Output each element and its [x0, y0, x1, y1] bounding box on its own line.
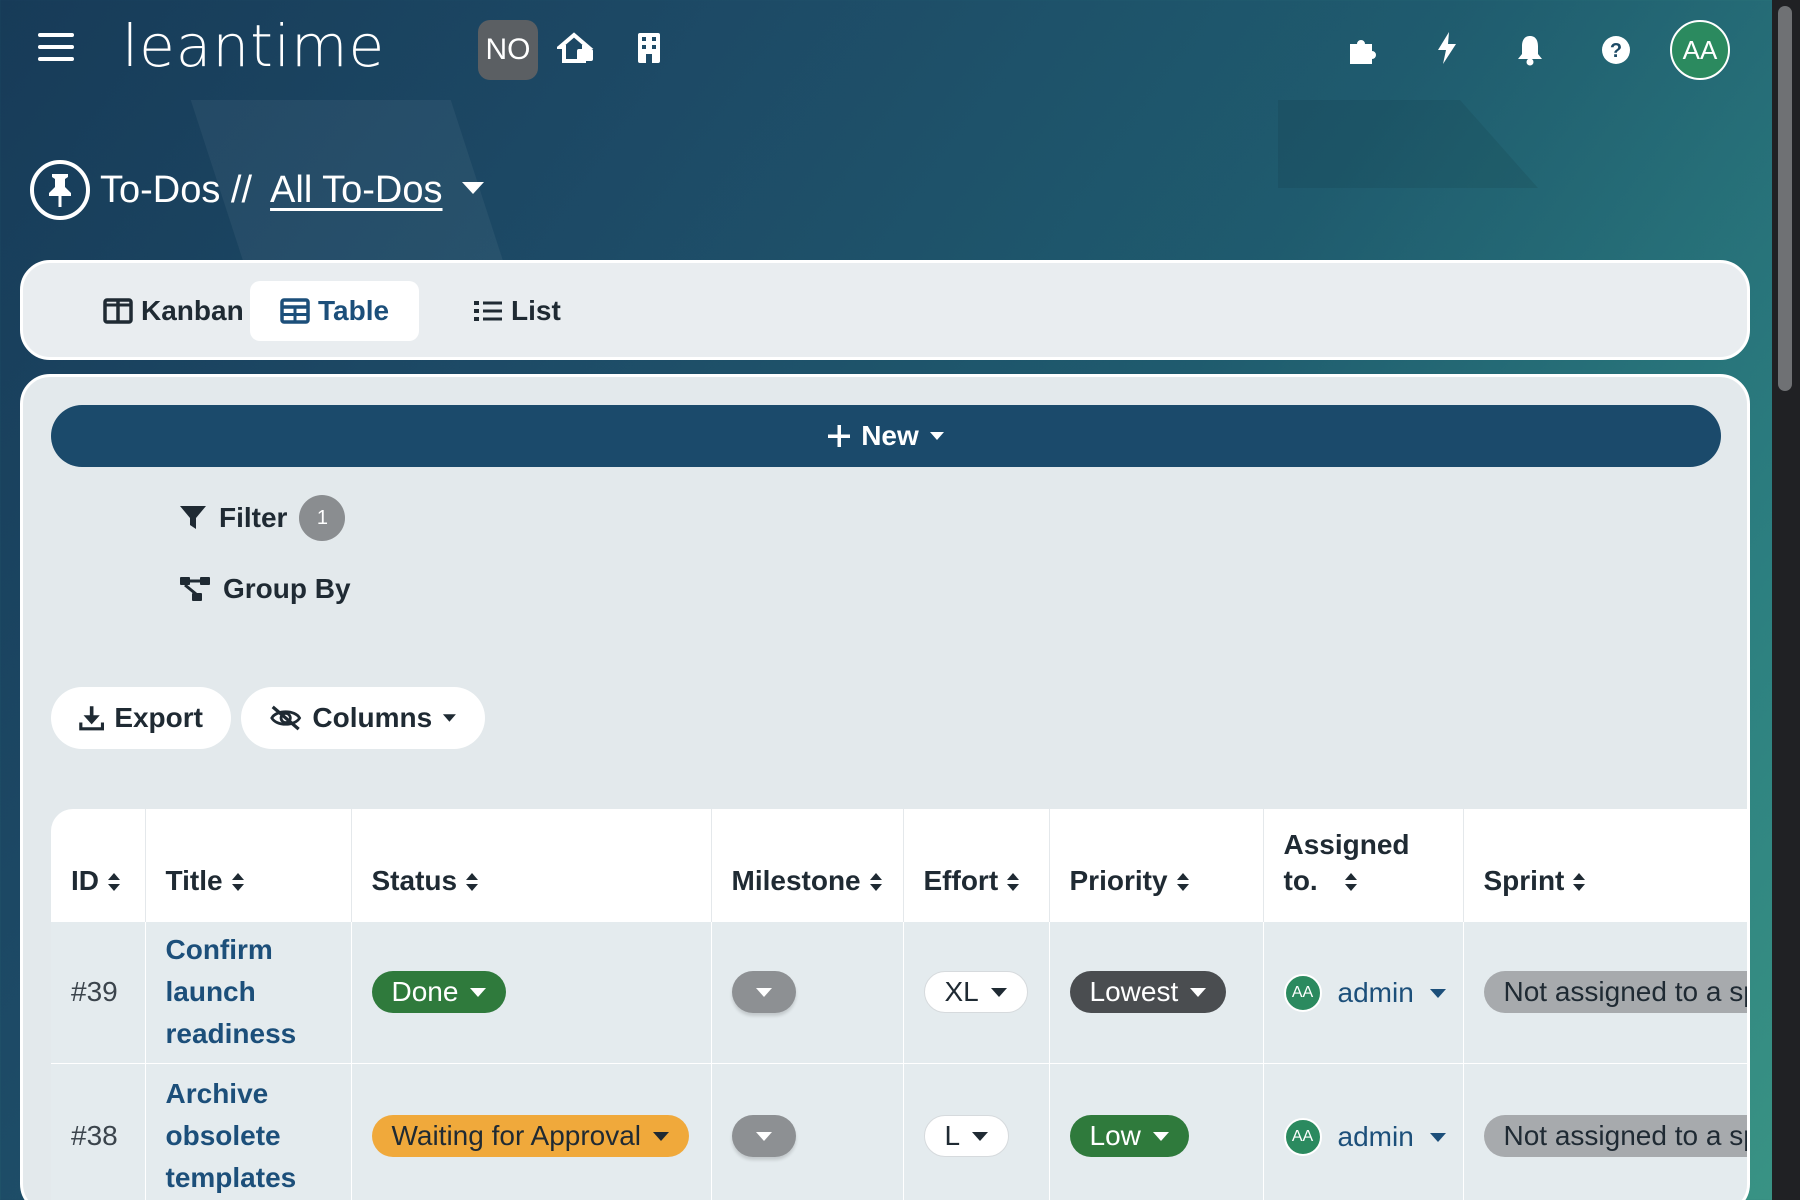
tab-label: List: [511, 295, 561, 326]
group-by-button[interactable]: Group By: [179, 573, 351, 605]
status-dropdown[interactable]: Waiting for Approval: [371, 1115, 690, 1158]
chevron-down-icon: [755, 1131, 772, 1141]
column-header-priority[interactable]: Priority: [1049, 809, 1264, 921]
task-title-link[interactable]: Archive obsolete templates: [166, 1073, 351, 1199]
tab-label: Table: [318, 295, 390, 326]
bolt-icon[interactable]: [1432, 28, 1462, 68]
column-header-effort[interactable]: Effort: [903, 809, 1050, 921]
priority-dropdown[interactable]: Low: [1069, 1115, 1189, 1158]
pin-icon: [30, 160, 90, 220]
chevron-down-icon: [470, 987, 487, 997]
avatar: AA: [1283, 974, 1322, 1012]
tab-label: Kanban: [141, 295, 244, 326]
chevron-down-icon: [972, 1131, 989, 1141]
sort-icon: [1176, 873, 1189, 892]
sprint-dropdown[interactable]: Not assigned to a sp: [1483, 1115, 1747, 1158]
table-row: #39 Confirm launch readiness Done XL Low…: [51, 920, 1747, 1063]
user-avatar[interactable]: AA: [1670, 20, 1730, 80]
app-logo[interactable]: leantime: [122, 12, 385, 80]
group-icon: [180, 577, 210, 601]
column-header-milestone[interactable]: Milestone: [711, 809, 904, 921]
svg-text:?: ?: [1610, 40, 1622, 62]
puzzle-icon[interactable]: [1344, 30, 1380, 70]
chevron-down-icon: [1429, 988, 1446, 998]
filter-label: Filter: [219, 502, 288, 533]
assignee-dropdown[interactable]: AA admin: [1283, 974, 1446, 1012]
column-header-assigned[interactable]: Assigned to.: [1263, 809, 1464, 921]
column-header-sprint[interactable]: Sprint: [1463, 809, 1747, 921]
chevron-down-icon: [1152, 1131, 1169, 1141]
view-selector[interactable]: All To-Dos: [270, 169, 442, 212]
sort-icon: [466, 873, 479, 892]
avatar: AA: [1283, 1118, 1322, 1157]
page-header: To-Dos // All To-Dos: [30, 158, 485, 222]
chevron-down-icon: [755, 987, 772, 997]
sprint-dropdown[interactable]: Not assigned to a sp: [1483, 971, 1747, 1013]
table-row: #38 Archive obsolete templates Waiting f…: [51, 1062, 1747, 1200]
help-icon[interactable]: ?: [1598, 30, 1634, 70]
cell-id: #39: [51, 920, 146, 1063]
scrollbar-thumb[interactable]: [1778, 6, 1792, 391]
effort-dropdown[interactable]: XL: [923, 971, 1028, 1013]
chevron-down-icon: [1429, 1132, 1446, 1142]
task-title-link[interactable]: Confirm launch readiness: [166, 929, 351, 1055]
column-header-title[interactable]: Title: [145, 809, 352, 921]
sort-icon: [1344, 873, 1357, 892]
tab-list[interactable]: List: [443, 281, 591, 341]
new-button-label: New: [861, 420, 919, 451]
filter-button[interactable]: Filter 1: [179, 495, 346, 541]
columns-button[interactable]: Columns: [241, 687, 485, 749]
table-icon: [280, 298, 310, 324]
download-icon: [79, 706, 105, 731]
eye-slash-icon: [270, 705, 302, 731]
bell-icon[interactable]: [1514, 30, 1546, 70]
chevron-down-icon: [443, 714, 457, 722]
home-switch-icon[interactable]: [556, 28, 596, 68]
column-header-id[interactable]: ID: [51, 809, 146, 921]
column-header-status[interactable]: Status: [351, 809, 712, 921]
effort-dropdown[interactable]: L: [923, 1115, 1010, 1158]
milestone-dropdown[interactable]: [731, 971, 796, 1013]
tab-table[interactable]: Table: [250, 281, 420, 341]
background-shape: [1278, 100, 1538, 188]
sort-icon: [231, 873, 244, 892]
filter-icon: [180, 506, 206, 529]
columns-label: Columns: [312, 702, 433, 733]
top-bar: leantime NO ? AA: [0, 0, 1772, 100]
chevron-down-icon: [1190, 987, 1207, 997]
kanban-icon: [103, 298, 133, 324]
section-title: To-Dos //: [100, 168, 253, 211]
export-label: Export: [114, 702, 203, 733]
list-icon: [474, 301, 502, 321]
assignee-dropdown[interactable]: AA admin: [1283, 1118, 1446, 1157]
sort-icon: [869, 873, 882, 892]
chevron-down-icon: [990, 987, 1007, 997]
tab-kanban[interactable]: Kanban: [73, 281, 274, 341]
milestone-dropdown[interactable]: [731, 1115, 796, 1158]
status-dropdown[interactable]: Done: [371, 971, 507, 1013]
plus-icon: [828, 425, 851, 447]
menu-icon[interactable]: [38, 33, 74, 65]
chevron-down-icon[interactable]: [461, 180, 485, 201]
building-icon[interactable]: [636, 28, 662, 68]
export-button[interactable]: Export: [51, 687, 231, 749]
sort-icon: [1573, 873, 1586, 892]
view-tabs: Kanban Table List: [20, 260, 1750, 360]
todo-table: ID Title Status Milestone Effort Priorit…: [51, 809, 1747, 1200]
sort-icon: [1007, 873, 1020, 892]
priority-dropdown[interactable]: Lowest: [1069, 971, 1227, 1013]
main-panel: New Filter 1 Group By Export Columns ID …: [20, 374, 1750, 1200]
chevron-down-icon: [929, 432, 944, 440]
new-button[interactable]: New: [51, 405, 1721, 467]
sort-icon: [108, 873, 120, 892]
chevron-down-icon: [653, 1131, 670, 1141]
table-header-row: ID Title Status Milestone Effort Priorit…: [51, 809, 1747, 921]
project-badge[interactable]: NO: [478, 20, 538, 80]
cell-id: #38: [51, 1062, 146, 1200]
filter-count-badge: 1: [299, 495, 346, 541]
group-by-label: Group By: [223, 573, 351, 604]
